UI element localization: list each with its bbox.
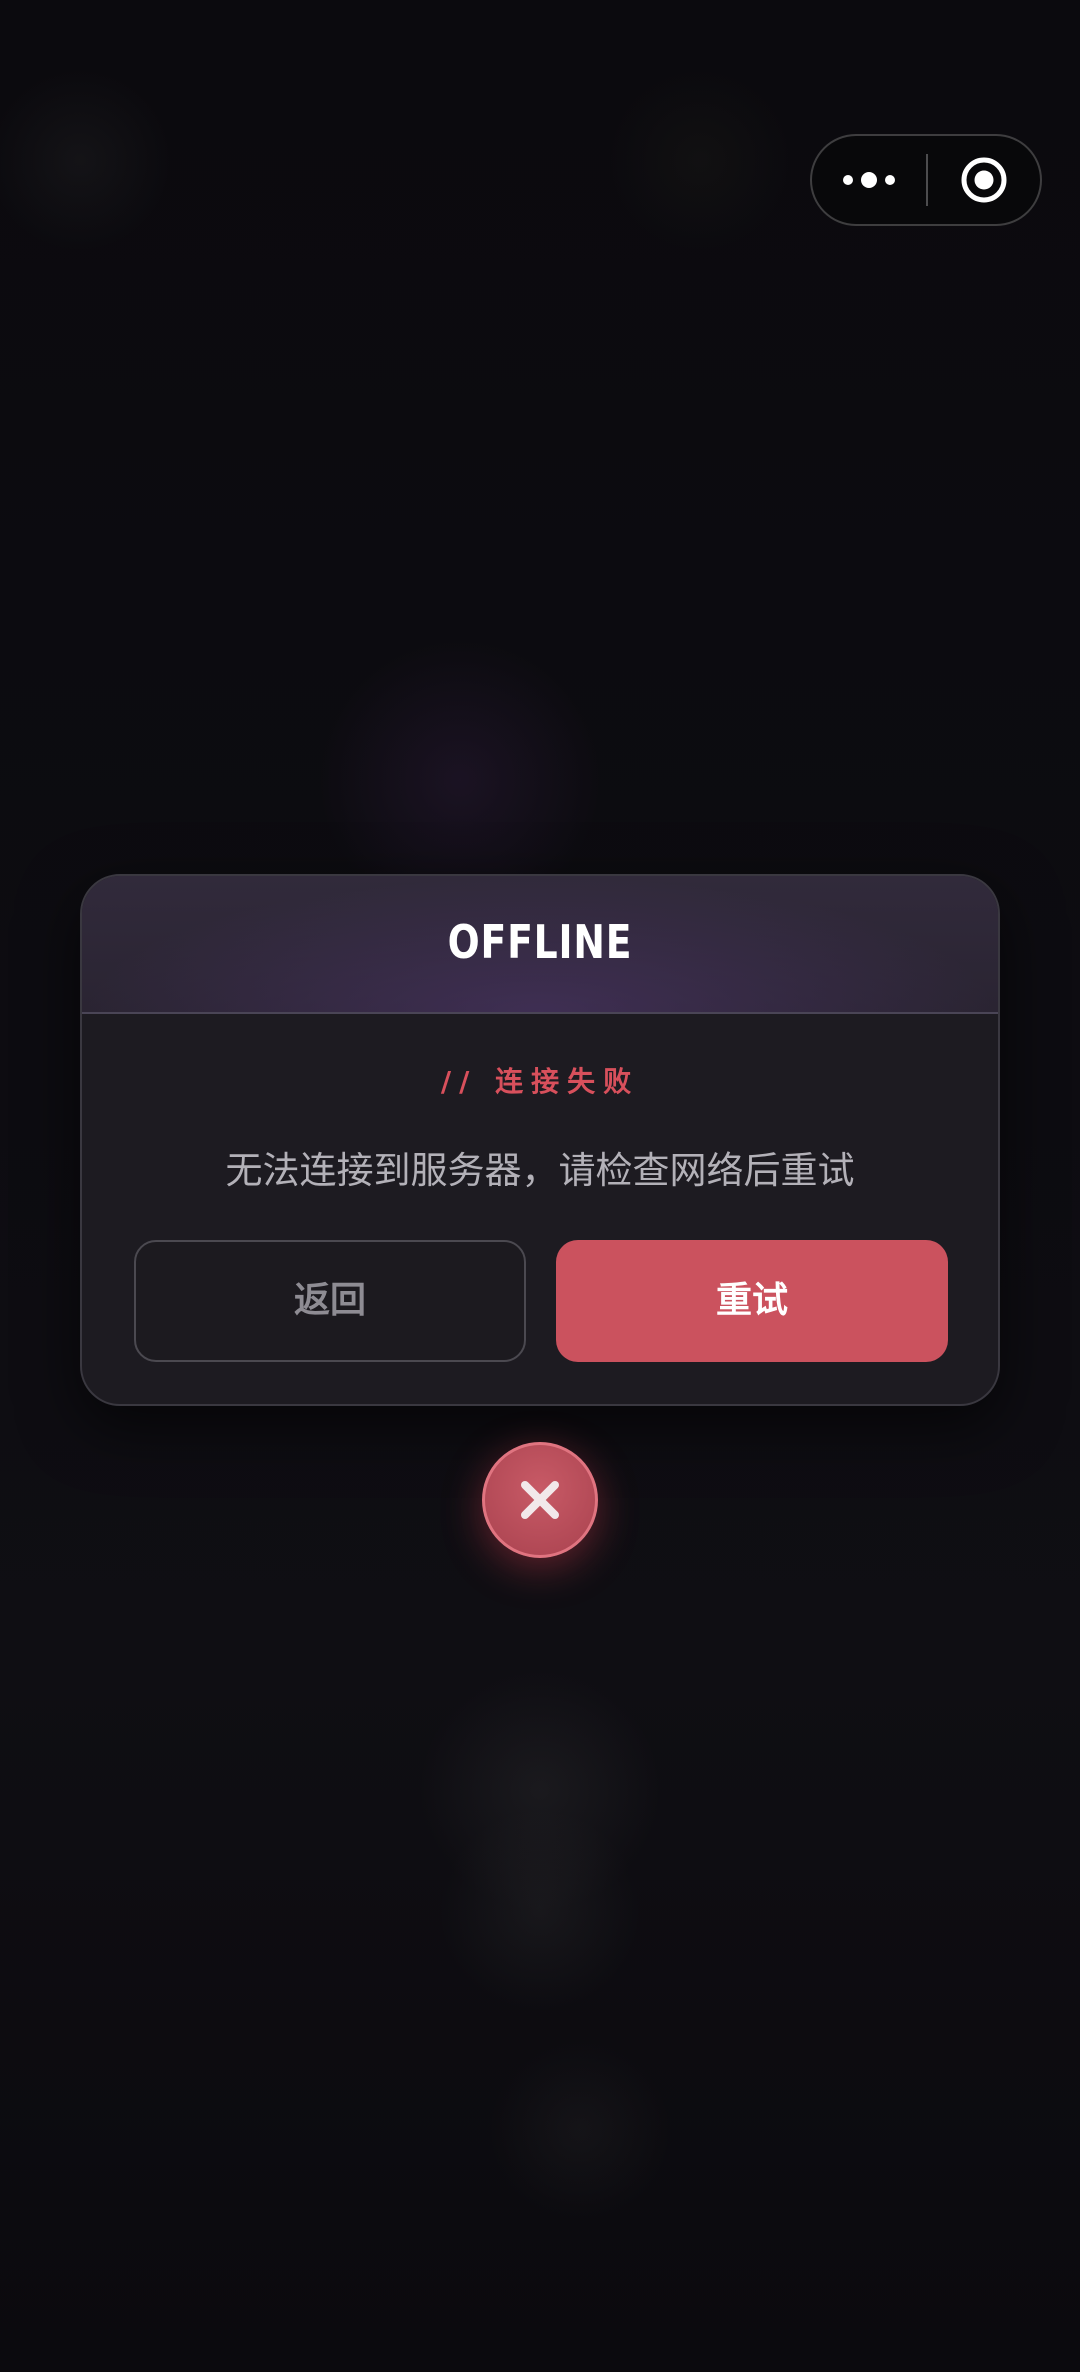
back-button[interactable]: 返回 <box>134 1240 526 1362</box>
offline-dialog: OFFLINE // 连接失败 无法连接到服务器，请检查网络后重试 返回 重试 <box>80 874 1000 1406</box>
exit-mini-program-button[interactable] <box>928 136 1040 224</box>
dialog-title: OFFLINE <box>447 915 633 969</box>
close-dialog-button[interactable] <box>482 1442 598 1558</box>
dialog-header: OFFLINE <box>82 876 998 1014</box>
more-dots-icon <box>843 172 895 188</box>
retry-button[interactable]: 重试 <box>556 1240 948 1362</box>
dialog-subtitle: // 连接失败 <box>440 1065 640 1098</box>
close-icon <box>521 1481 559 1519</box>
mini-program-capsule <box>810 134 1042 226</box>
more-button[interactable] <box>812 136 926 224</box>
dialog-message: 无法连接到服务器，请检查网络后重试 <box>225 1149 855 1192</box>
target-circle-icon <box>961 157 1007 203</box>
